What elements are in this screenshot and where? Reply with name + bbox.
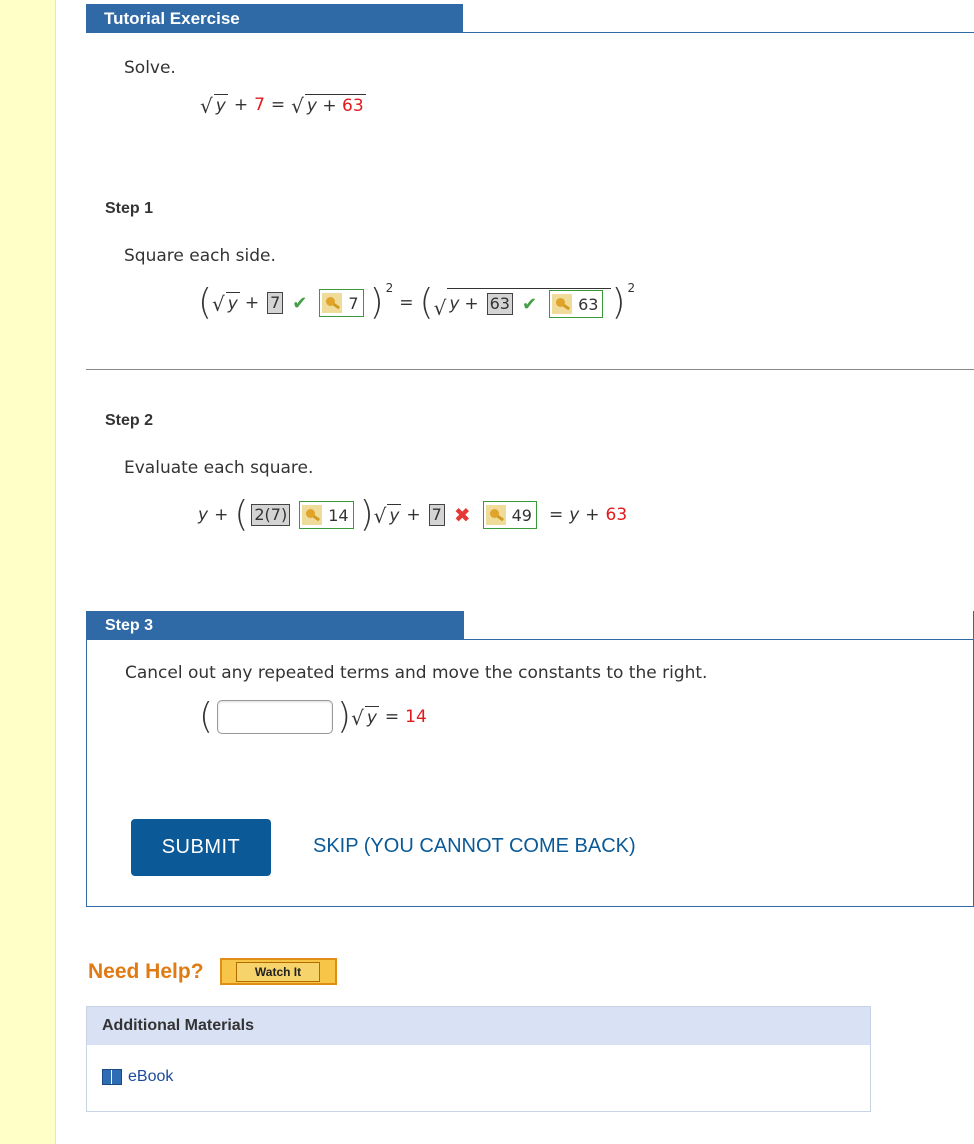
step3-equation: ( ) √ y = 14 xyxy=(199,696,427,737)
answer-key-box-3: 14 xyxy=(299,501,354,529)
additional-materials-title: Additional Materials xyxy=(87,1007,870,1045)
step3-panel: Step 3 Cancel out any repeated terms and… xyxy=(86,611,974,907)
step3-answer-input[interactable] xyxy=(217,700,334,734)
step-divider xyxy=(86,369,974,370)
answer-key-box-2: 63 xyxy=(549,290,604,318)
book-icon xyxy=(102,1069,122,1085)
sqrt-term: √ y xyxy=(200,94,228,118)
header-rule xyxy=(463,32,974,33)
step2-instruction: Evaluate each square. xyxy=(124,458,314,478)
key-icon xyxy=(485,505,506,525)
key-icon xyxy=(322,293,343,313)
need-help-title: Need Help? xyxy=(88,959,204,983)
step3-rule xyxy=(464,639,973,640)
answer-key-box-1: 7 xyxy=(319,289,364,317)
key-icon xyxy=(552,294,573,314)
step3-label: Step 3 xyxy=(86,611,464,640)
step1-input-1[interactable]: 7 xyxy=(267,292,284,314)
problem-instruction: Solve. xyxy=(124,58,176,78)
step2-input-2[interactable]: 7 xyxy=(428,504,445,526)
step2-label: Step 2 xyxy=(105,412,154,429)
check-icon: ✔ xyxy=(521,293,538,315)
step1-label: Step 1 xyxy=(105,200,154,217)
problem-equation: √ y + 7 = √ y + 63 xyxy=(200,94,366,118)
watch-it-button[interactable]: Watch It xyxy=(219,958,337,985)
ebook-link[interactable]: eBook xyxy=(102,1068,173,1086)
key-icon xyxy=(302,505,323,525)
submit-button[interactable]: SUBMIT xyxy=(131,819,271,876)
sqrt-rhs: √ y + 63 xyxy=(291,94,366,118)
tutorial-title: Tutorial Exercise xyxy=(86,4,463,33)
need-help: Need Help? Watch It xyxy=(88,958,337,985)
step1-equation: ( √ y + 7 ✔ 7 ) 2 = ( √ y +63 ✔ 63 ) 2 xyxy=(198,281,636,323)
step1-instruction: Square each side. xyxy=(124,246,276,266)
x-icon: ✖ xyxy=(453,503,471,527)
step1-input-2[interactable]: 63 xyxy=(486,293,513,315)
skip-link[interactable]: SKIP (YOU CANNOT COME BACK) xyxy=(313,835,636,858)
step3-instruction: Cancel out any repeated terms and move t… xyxy=(125,663,708,683)
tutorial-header: Tutorial Exercise xyxy=(86,0,974,34)
answer-key-box-4: 49 xyxy=(482,501,537,529)
step2-equation: y + ( 2(7) 14 ) √ y + 7 ✖ 49 = y + 63 xyxy=(198,494,628,535)
main-content: Tutorial Exercise Solve. √ y + 7 = √ y + 6… xyxy=(86,0,974,1144)
left-sidebar xyxy=(0,0,56,1144)
additional-materials: Additional Materials eBook xyxy=(86,1006,871,1112)
step2-input-1[interactable]: 2(7) xyxy=(251,504,291,526)
check-icon: ✔ xyxy=(292,292,308,314)
